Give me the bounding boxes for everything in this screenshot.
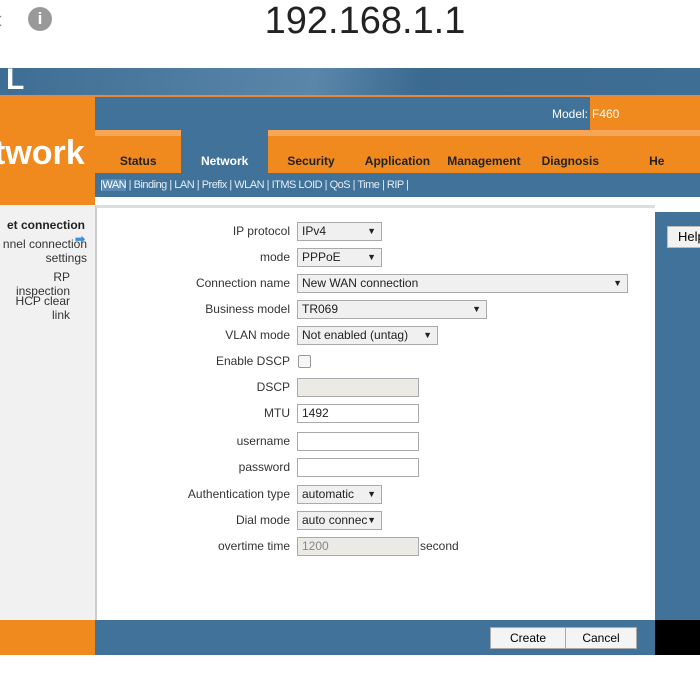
tab-network[interactable]: Network [181,130,268,173]
submenu-rip[interactable]: RIP [387,179,404,191]
overtime-label: overtime time [217,539,290,553]
sidebar-item-channel-settings[interactable]: nnel connection settings [3,237,87,265]
tab-diagnosis[interactable]: Diagnosis [527,130,614,173]
submenu-itms-loid[interactable]: ITMS LOID [272,179,323,191]
dial-mode-value: auto connec [302,513,368,527]
submenu-wlan[interactable]: WLAN [234,179,264,191]
model-value: F460 [592,107,620,121]
help-button[interactable]: Help [667,226,700,248]
password-label: password [238,460,290,474]
sidebar-item-label: settings [45,251,87,265]
mode-label: mode [259,250,290,264]
dropdown-arrow-icon: ▼ [472,304,481,314]
dropdown-arrow-icon: ▼ [613,278,622,288]
vlan-mode-value: Not enabled (untag) [302,328,409,342]
model-label: Model: [552,107,589,121]
mode-value: PPPoE [302,250,341,264]
sidebar-item-label: nnel connection [2,237,87,251]
connection-name-select[interactable]: New WAN connection ▼ [297,274,628,293]
dropdown-arrow-icon: ▼ [367,252,376,262]
dscp-input[interactable] [297,378,419,397]
ip-protocol-label: IP protocol [232,224,290,238]
sidebar-item-dhcp-clear-link[interactable]: HCP clear link [0,294,70,322]
business-model-select[interactable]: TR069 ▼ [297,300,487,319]
submenu-wan[interactable]: WAN [102,179,127,191]
username-input[interactable] [297,432,419,451]
business-model-label: Business model [205,302,290,316]
url-text[interactable]: 192.168.1.1 [0,0,700,42]
footer-left [0,620,95,655]
submenu: |WAN | Binding | LAN | Prefix | WLAN | I… [95,173,700,197]
tab-security[interactable]: Security [267,130,355,173]
submenu-lan[interactable]: LAN [174,179,194,191]
main-tabs: Status Network Security Application Mana… [95,130,700,173]
dropdown-arrow-icon: ▼ [423,330,432,340]
auth-type-label: Authentication type [187,487,290,501]
create-button[interactable]: Create [490,627,566,649]
submenu-time[interactable]: Time [357,179,380,191]
enable-dscp-label: Enable DSCP [215,354,290,368]
mode-select[interactable]: PPPoE ▼ [297,248,382,267]
footer-right [655,620,700,655]
vlan-mode-select[interactable]: Not enabled (untag) ▼ [297,326,438,345]
section-title: twork [0,134,85,172]
tab-status[interactable]: Status [95,130,182,173]
mtu-input[interactable]: 1492 [297,404,419,423]
sidebar: et connection ➡ nnel connection settings … [0,205,95,620]
dropdown-arrow-icon: ▼ [367,226,376,236]
tab-management[interactable]: Management [440,130,528,173]
cancel-button[interactable]: Cancel [565,627,637,649]
dropdown-arrow-icon: ▼ [367,512,376,529]
vlan-mode-label: VLAN mode [225,328,290,342]
tab-application[interactable]: Application [354,130,441,173]
submenu-binding[interactable]: Binding [134,179,168,191]
tab-help[interactable]: He [613,130,700,173]
password-input[interactable] [297,458,419,477]
connection-name-value: New WAN connection [302,276,419,290]
business-model-value: TR069 [302,302,339,316]
logo: L [6,63,25,96]
connection-name-label: Connection name [195,276,290,290]
dropdown-arrow-icon: ▼ [367,489,376,499]
auth-type-select[interactable]: automatic ▼ [297,485,382,504]
submenu-qos[interactable]: QoS [330,179,351,191]
dscp-label: DSCP [256,380,290,394]
help-panel [655,212,700,620]
ip-protocol-select[interactable]: IPv4 ▼ [297,222,382,241]
mtu-label: MTU [264,406,290,420]
username-label: username [236,434,290,448]
auth-type-value: automatic [302,487,355,501]
header-banner [0,68,700,97]
enable-dscp-checkbox[interactable] [298,355,311,368]
overtime-input[interactable]: 1200 [297,537,419,556]
submenu-prefix[interactable]: Prefix [202,179,228,191]
dial-mode-label: Dial mode [235,513,290,527]
sidebar-item-label: et connection [6,218,85,232]
ip-protocol-value: IPv4 [302,224,327,238]
dial-mode-select[interactable]: auto connec ▼ [297,511,382,530]
overtime-unit: second [420,539,459,553]
